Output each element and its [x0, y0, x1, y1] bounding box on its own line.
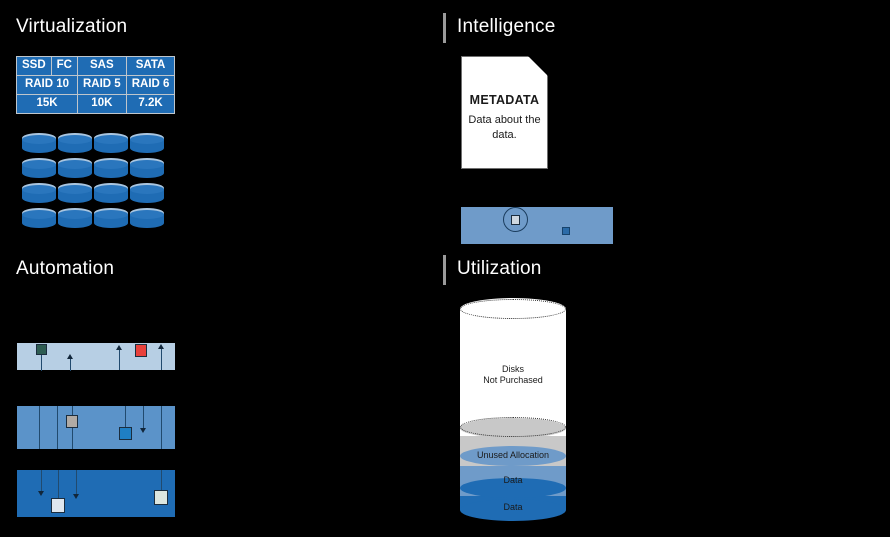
- disk-cylinder-grid: [22, 133, 164, 233]
- table-row: 15K 10K 7.2K: [16, 94, 176, 114]
- table-cell: FC: [50, 56, 79, 76]
- heading-rule-intelligence: [443, 13, 446, 43]
- table-cell: SSD: [16, 56, 52, 76]
- disk-icon: [58, 208, 92, 230]
- table-cell: RAID 5: [77, 75, 127, 95]
- disk-icon: [130, 183, 164, 205]
- arrow-up-icon: [158, 344, 164, 349]
- disk-icon: [130, 158, 164, 180]
- cylinder-label-data-medium: Data: [503, 475, 523, 485]
- disk-icon: [22, 158, 56, 180]
- connector-line: [119, 349, 120, 370]
- table-cell: SATA: [125, 56, 176, 76]
- disk-icon: [94, 158, 128, 180]
- table-cell: 15K: [16, 94, 78, 114]
- disk-icon: [58, 133, 92, 155]
- disk-icon: [94, 208, 128, 230]
- disk-icon: [58, 158, 92, 180]
- disk-icon: [94, 183, 128, 205]
- connector-line: [39, 406, 40, 449]
- table-cell: RAID 6: [125, 75, 176, 95]
- blue-square-marker: [119, 427, 132, 440]
- arrow-down-icon: [73, 494, 79, 499]
- heading-virtualization: Virtualization: [16, 16, 128, 37]
- connector-line: [161, 470, 162, 491]
- connector-line: [161, 348, 162, 370]
- pale-square-marker: [154, 490, 168, 505]
- arrow-up-icon: [116, 345, 122, 350]
- heading-intelligence: Intelligence: [457, 16, 556, 37]
- automation-bar-light: [17, 343, 175, 371]
- connector-line: [41, 470, 42, 491]
- connector-line: [143, 406, 144, 428]
- intelligence-bar: [461, 207, 613, 244]
- table-row: SSD FC SAS SATA: [16, 56, 176, 76]
- disk-icon: [22, 183, 56, 205]
- cylinder-label-unused-allocation: Unused Allocation: [476, 450, 550, 460]
- slide-canvas: Virtualization SSD FC SAS SATA RAID 10 R…: [0, 0, 890, 537]
- metadata-document-icon: METADATA Data about the data.: [461, 56, 548, 169]
- disk-icon: [22, 208, 56, 230]
- disk-icon: [58, 183, 92, 205]
- green-square-marker: [36, 344, 47, 355]
- cylinder-top-dashed: [460, 299, 566, 319]
- table-cell: SAS: [77, 56, 127, 76]
- white-square-marker: [51, 498, 65, 513]
- table-cell: RAID 10: [16, 75, 78, 95]
- automation-bar-dark: [17, 470, 175, 517]
- small-square-marker: [562, 227, 570, 235]
- document-fold-corner-icon: [528, 56, 548, 76]
- grey-square-marker: [66, 415, 78, 428]
- document-title: METADATA: [469, 93, 540, 107]
- heading-automation: Automation: [16, 258, 115, 279]
- connector-line: [58, 470, 59, 499]
- virtualization-storage-table: SSD FC SAS SATA RAID 10 RAID 5 RAID 6 15…: [16, 56, 176, 114]
- heading-rule-utilization: [443, 255, 446, 285]
- disk-icon: [22, 133, 56, 155]
- table-cell: 7.2K: [125, 94, 176, 114]
- red-square-marker: [135, 344, 147, 357]
- arrow-down-icon: [140, 428, 146, 433]
- cylinder-label-data-dark: Data: [503, 502, 523, 512]
- connector-line: [57, 406, 58, 449]
- table-cell: 10K: [77, 94, 127, 114]
- arrow-down-icon: [38, 491, 44, 496]
- document-body-text: Data about the data.: [468, 114, 541, 141]
- arrow-up-icon: [67, 354, 73, 359]
- cylinder-label-not-purchased: Disks Not Purchased: [483, 364, 543, 385]
- connector-line: [161, 406, 162, 449]
- utilization-cylinder: Disks Not Purchased Unused Allocation Da…: [460, 298, 566, 521]
- connector-line: [70, 357, 71, 371]
- circled-square-marker: [511, 215, 520, 225]
- connector-line: [76, 470, 77, 494]
- disk-icon: [130, 133, 164, 155]
- table-row: RAID 10 RAID 5 RAID 6: [16, 75, 176, 95]
- automation-bar-medium: [17, 406, 175, 449]
- disk-icon: [130, 208, 164, 230]
- heading-utilization: Utilization: [457, 258, 542, 279]
- cylinder-dashed-divider: [460, 417, 566, 437]
- disk-icon: [94, 133, 128, 155]
